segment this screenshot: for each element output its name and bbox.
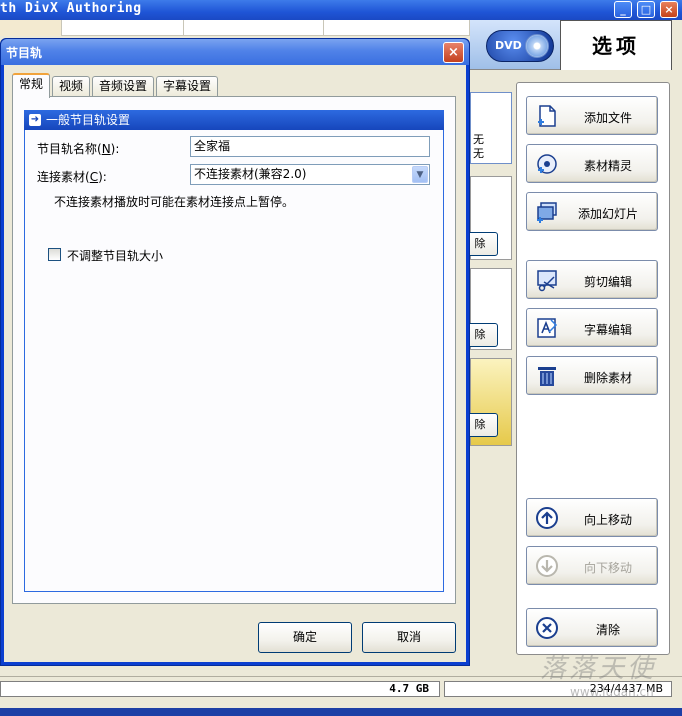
top-strip-cell — [62, 20, 184, 36]
chevron-down-icon[interactable]: ▼ — [412, 166, 428, 183]
add-slideshow-label: 添加幻灯片 — [577, 207, 638, 221]
no-resize-checkbox[interactable] — [48, 248, 61, 261]
media-wizard-button[interactable]: 素材精灵 — [526, 144, 658, 183]
group-header[interactable]: 一般节目轨设置 — [24, 110, 444, 130]
clear-icon — [536, 617, 558, 639]
delete-media-button[interactable]: 删除素材 — [526, 356, 658, 395]
track-name-label: 节目轨名称(N): — [37, 142, 120, 156]
tab-audio-settings[interactable]: 音频设置 — [92, 76, 154, 97]
top-strip-cell — [0, 20, 62, 36]
collapse-arrow-icon[interactable]: ➜ — [29, 114, 41, 126]
move-up-button[interactable]: 向上移动 — [526, 498, 658, 537]
add-file-label: 添加文件 — [583, 111, 632, 125]
taskbar-strip — [0, 708, 682, 716]
clear-label: 清除 — [595, 623, 620, 637]
move-down-label: 向下移动 — [583, 561, 632, 575]
dialog-close-button[interactable]: × — [443, 42, 464, 63]
move-down-button[interactable]: 向下移动 — [526, 546, 658, 585]
media-wizard-icon — [537, 154, 557, 174]
connect-media-label: 连接素材(C): — [37, 170, 107, 184]
dialog-title: 节目轨 — [6, 46, 43, 60]
main-window-title: th DivX Authoring — [0, 1, 142, 16]
connect-hint-text: 不连接素材播放时可能在素材连接点上暂停。 — [54, 195, 295, 209]
options-tab[interactable]: 选项 — [560, 20, 672, 70]
watermark-url: www.ludan.cn — [570, 685, 654, 699]
tab-general[interactable]: 常规 — [12, 73, 50, 98]
clear-button[interactable]: 清除 — [526, 608, 658, 647]
subtitle-edit-icon — [537, 318, 558, 338]
move-up-label: 向上移动 — [583, 513, 632, 527]
add-slideshow-button[interactable]: 添加幻灯片 — [526, 192, 658, 231]
cut-edit-button[interactable]: 剪切编辑 — [526, 260, 658, 299]
add-file-button[interactable]: 添加文件 — [526, 96, 658, 135]
trash-icon — [538, 367, 556, 386]
maximize-button[interactable]: □ — [637, 1, 655, 18]
list-item[interactable]: 无 无 — [470, 92, 512, 164]
watermark-logo: 落落天使 — [540, 654, 657, 684]
list-item-text: 无 无 — [473, 133, 484, 160]
track-name-input[interactable]: 全家福 — [190, 136, 430, 157]
subtitle-edit-button[interactable]: 字幕编辑 — [526, 308, 658, 347]
cut-edit-icon — [537, 270, 557, 292]
no-resize-checkbox-label[interactable]: 不调整节目轨大小 — [67, 247, 163, 264]
dialog-title-bar[interactable] — [1, 39, 469, 65]
top-strip-cell — [184, 20, 324, 36]
ok-button[interactable]: 确定 — [258, 622, 352, 653]
subtitle-edit-label: 字幕编辑 — [583, 323, 632, 337]
cut-edit-label: 剪切编辑 — [583, 275, 632, 289]
cancel-button[interactable]: 取消 — [362, 622, 456, 653]
media-wizard-label: 素材精灵 — [583, 159, 632, 173]
delete-media-label: 删除素材 — [583, 371, 632, 385]
minimize-button[interactable]: _ — [614, 1, 632, 18]
disc-capacity: 4.7 GB — [0, 681, 440, 697]
top-strip-cell — [324, 20, 470, 36]
connect-media-select[interactable]: 不连接素材(兼容2.0) — [190, 164, 430, 185]
arrow-down-icon — [536, 555, 558, 577]
dvd-badge-label: DVD — [495, 39, 522, 52]
disc-icon — [525, 34, 549, 58]
tab-subtitle-settings[interactable]: 字幕设置 — [156, 76, 218, 97]
add-file-icon — [538, 105, 556, 127]
add-slideshow-icon — [537, 202, 557, 223]
arrow-up-icon — [536, 507, 558, 529]
close-window-button[interactable]: × — [660, 1, 678, 18]
tab-video[interactable]: 视频 — [52, 76, 90, 97]
